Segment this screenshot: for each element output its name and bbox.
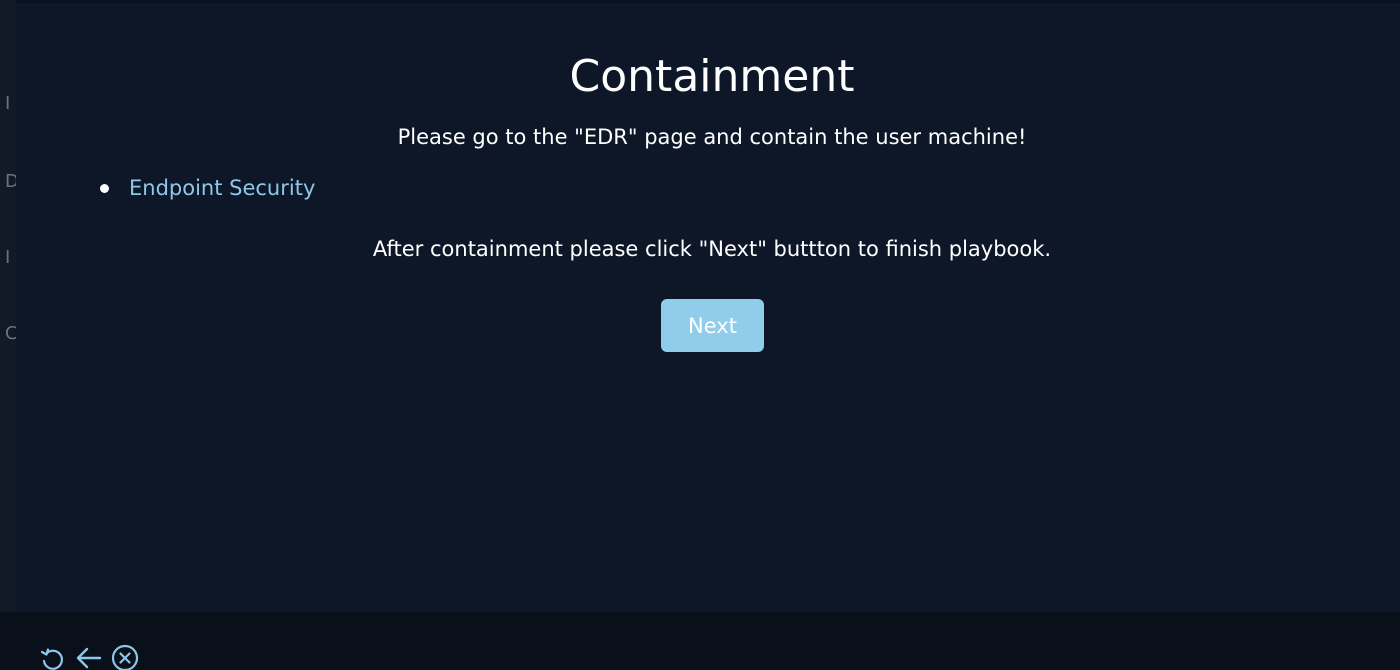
after-containment-text: After containment please click "Next" bu… <box>372 237 1052 261</box>
sidebar-peek-letter: I <box>5 93 11 114</box>
page: I D I C Containment Please go to the "ED… <box>0 0 1400 670</box>
link-list: Endpoint Security <box>100 173 315 203</box>
sidebar-peek-letter: D <box>5 171 16 192</box>
endpoint-security-link[interactable]: Endpoint Security <box>129 173 315 203</box>
containment-dialog: Containment Please go to the "EDR" page … <box>16 4 1400 613</box>
back-arrow-icon[interactable] <box>74 644 104 670</box>
background-sidebar: I D I C <box>0 0 16 612</box>
bullet-icon <box>100 183 109 193</box>
dialog-title: Containment <box>569 51 855 102</box>
dialog-instruction: Please go to the "EDR" page and contain … <box>397 125 1027 149</box>
list-item: Endpoint Security <box>100 173 315 203</box>
next-button[interactable]: Next <box>661 299 764 352</box>
close-circle-icon[interactable] <box>110 644 140 670</box>
sidebar-peek-letter: C <box>5 323 16 344</box>
bottom-toolbar <box>0 612 1400 670</box>
refresh-icon[interactable] <box>38 644 68 670</box>
toolbar-buttons <box>38 644 140 670</box>
sidebar-peek-letter: I <box>5 247 11 268</box>
